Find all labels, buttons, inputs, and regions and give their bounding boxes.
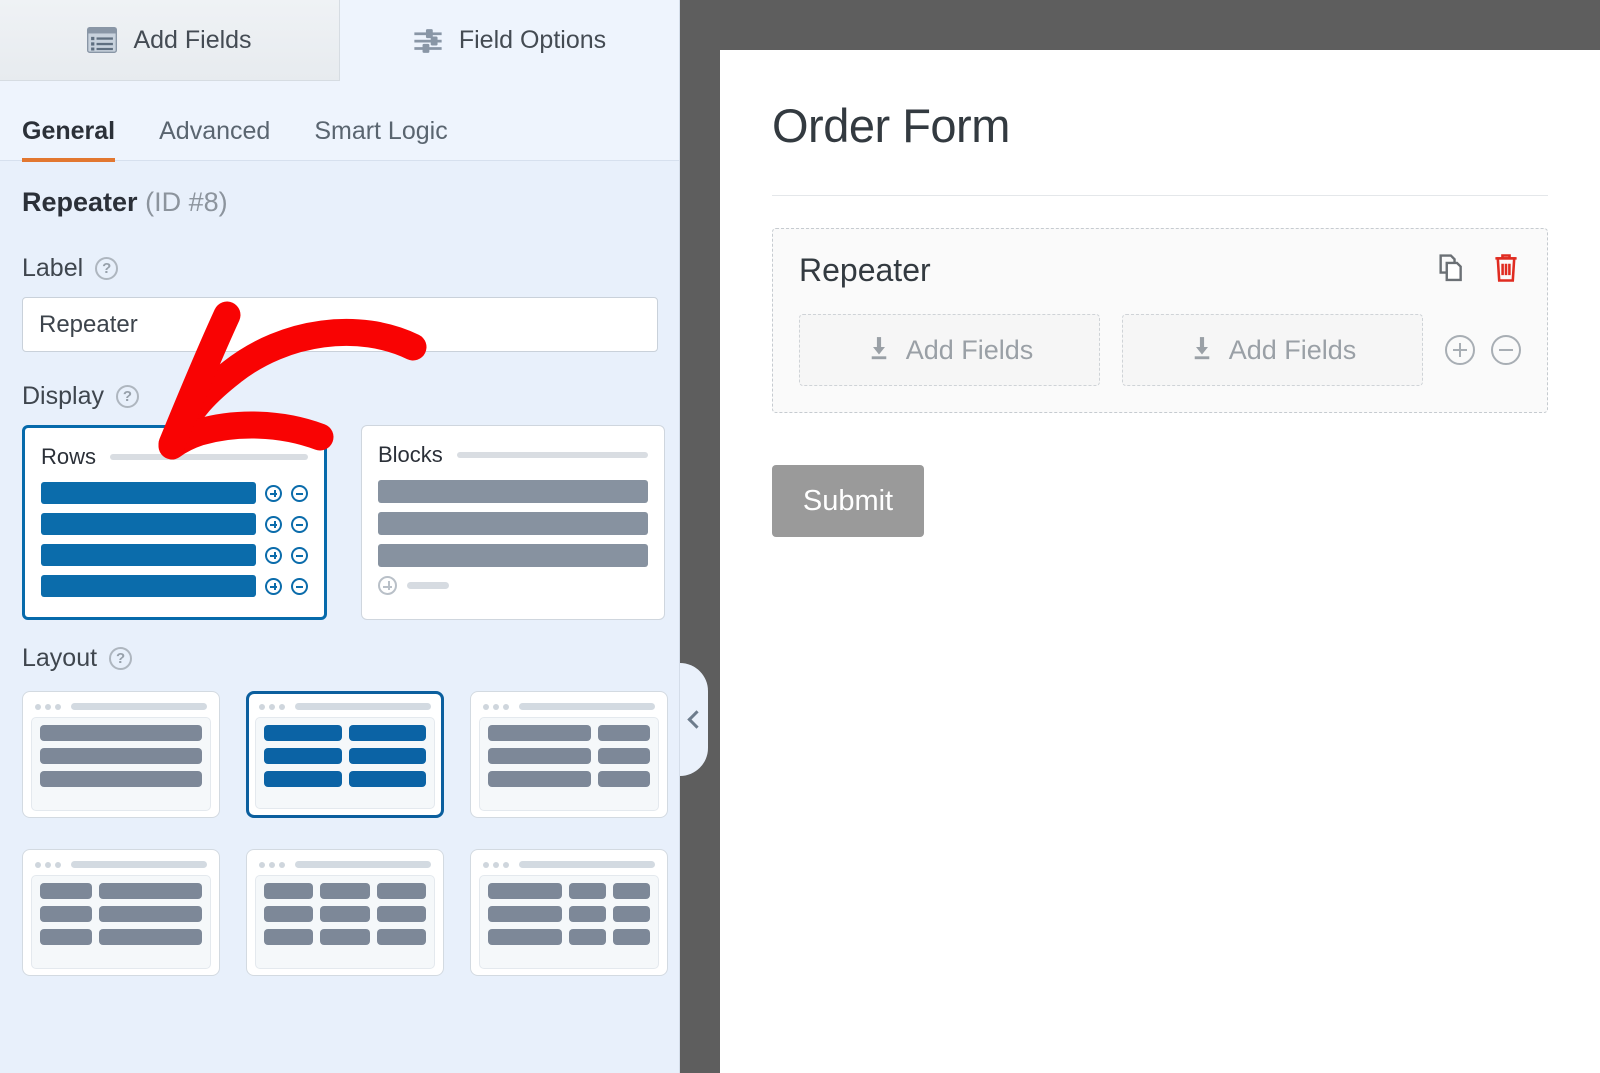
layout-options [22, 691, 668, 976]
chevron-left-icon [686, 710, 706, 729]
app-root: Order Form Repeater Add Fields Add Field… [0, 0, 1600, 1073]
list-form-icon [87, 27, 118, 53]
display-option-rows-label: Rows [41, 444, 97, 469]
subtab-advanced[interactable]: Advanced [159, 117, 270, 162]
add-fields-label-1: Add Fields [905, 334, 1034, 365]
trash-icon[interactable] [1491, 251, 1521, 290]
submit-button[interactable]: Submit [772, 465, 924, 537]
block-preview [378, 544, 648, 567]
collapse-sidebar-handle[interactable] [680, 663, 708, 776]
form-preview-panel: Order Form Repeater Add Fields Add Field… [720, 50, 1600, 1073]
layout-option-two-column-narrow-wide[interactable] [22, 849, 220, 976]
plus-circle-icon [265, 484, 283, 502]
tab-field-options[interactable]: Field Options [340, 0, 679, 81]
field-options-sidebar: Add Fields Field Options General Advance… [0, 0, 680, 1073]
display-caption: Display [22, 382, 104, 410]
layout-option-three-column-even[interactable] [246, 849, 444, 976]
help-icon[interactable]: ? [95, 257, 119, 280]
repeater-field-label: Repeater [799, 252, 931, 288]
add-block-row [378, 576, 648, 595]
minus-circle-icon [291, 577, 308, 595]
layout-option-two-column-wide-narrow[interactable] [470, 691, 668, 818]
row-preview [41, 544, 308, 566]
field-heading-id: (ID #8) [145, 187, 228, 217]
download-arrow-icon [866, 335, 892, 366]
plus-circle-icon [265, 515, 283, 533]
copy-icon[interactable] [1435, 251, 1469, 290]
download-arrow-icon [1189, 335, 1215, 366]
block-preview [378, 512, 648, 535]
layout-option-three-column-wide-narrow-narrow[interactable] [470, 849, 668, 976]
plus-circle-icon[interactable] [1445, 335, 1475, 365]
placeholder-bar [110, 454, 308, 460]
plus-circle-icon [378, 576, 397, 595]
display-options: Rows Blocks [22, 425, 665, 620]
layout-option-two-column-even[interactable] [246, 691, 444, 818]
subtab-general[interactable]: General [22, 117, 116, 162]
tab-add-fields-label: Add Fields [133, 25, 252, 54]
display-caption-row: Display ? [22, 382, 657, 411]
display-option-blocks-label: Blocks [378, 442, 443, 467]
sidebar-tabbar: Add Fields Field Options [0, 0, 679, 81]
tab-add-fields[interactable]: Add Fields [0, 0, 340, 81]
add-fields-dropzone-2[interactable]: Add Fields [1122, 314, 1423, 386]
row-preview [41, 575, 308, 597]
block-preview [378, 480, 648, 503]
title-divider [772, 195, 1548, 196]
label-caption: Label [22, 254, 84, 282]
minus-circle-icon [291, 546, 308, 564]
placeholder-bar [407, 582, 449, 589]
minus-circle-icon[interactable] [1491, 335, 1521, 365]
add-fields-dropzone-1[interactable]: Add Fields [799, 314, 1100, 386]
plus-circle-icon [265, 546, 283, 564]
sliders-icon [413, 28, 443, 54]
layout-caption-row: Layout ? [22, 644, 657, 673]
layout-option-one-column[interactable] [22, 691, 220, 818]
help-icon[interactable]: ? [109, 647, 133, 670]
add-fields-label-2: Add Fields [1228, 334, 1357, 365]
plus-circle-icon [265, 577, 283, 595]
label-caption-row: Label ? [22, 254, 657, 283]
display-option-blocks[interactable]: Blocks [361, 425, 665, 620]
display-option-rows[interactable]: Rows [22, 425, 327, 620]
field-heading-name: Repeater [22, 187, 138, 217]
page-title: Order Form [772, 99, 1010, 152]
repeater-field-block[interactable]: Repeater Add Fields Add Fields [772, 228, 1548, 413]
field-heading: Repeater (ID #8) [22, 187, 657, 218]
label-input[interactable] [22, 297, 658, 352]
tab-field-options-label: Field Options [458, 26, 607, 54]
minus-circle-icon [291, 484, 308, 502]
row-preview [41, 513, 308, 535]
subtab-smart-logic[interactable]: Smart Logic [314, 117, 447, 162]
placeholder-bar [456, 452, 648, 458]
layout-caption: Layout [22, 644, 98, 672]
row-preview [41, 482, 308, 504]
minus-circle-icon [291, 515, 308, 533]
help-icon[interactable]: ? [115, 385, 139, 408]
options-subtabs: General Advanced Smart Logic [0, 81, 679, 162]
